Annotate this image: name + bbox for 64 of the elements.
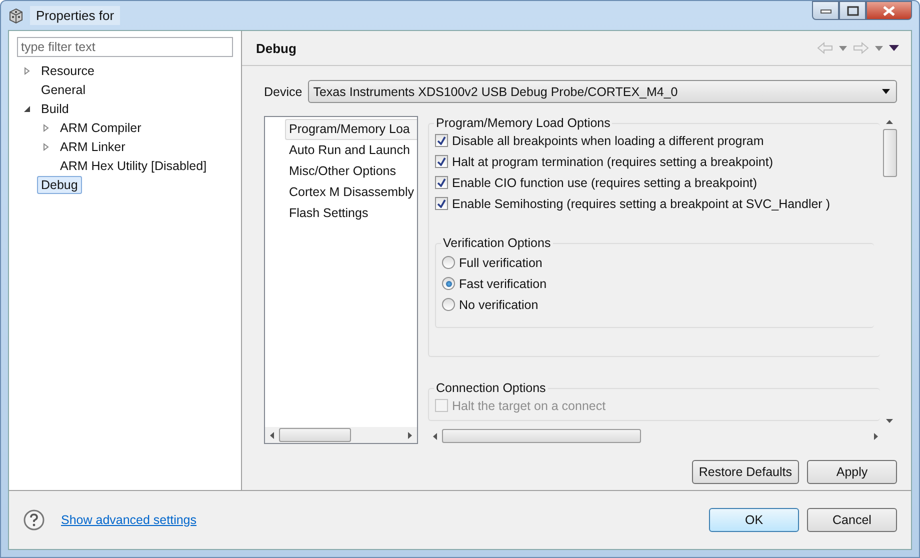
checkbox[interactable] (435, 155, 448, 168)
expand-icon[interactable] (42, 124, 50, 132)
group-title: Verification Options (442, 236, 552, 250)
tree-item[interactable]: General (37, 80, 90, 98)
tree-item[interactable]: Debug (37, 176, 82, 194)
scroll-left-icon[interactable] (269, 432, 275, 438)
radio-label: No verification (459, 298, 538, 312)
radio-button[interactable] (442, 298, 455, 311)
expand-icon[interactable] (42, 142, 50, 150)
radio-button[interactable] (442, 256, 455, 269)
category-item[interactable]: Program/Memory Loa (285, 119, 417, 140)
maximize-icon (846, 6, 858, 16)
radio-label: Full verification (459, 256, 542, 270)
view-menu-icon[interactable] (889, 45, 899, 51)
checkbox[interactable] (435, 176, 448, 189)
scroll-right-icon[interactable] (407, 432, 413, 438)
scroll-thumb[interactable] (279, 428, 351, 442)
scroll-thumb[interactable] (882, 129, 896, 177)
group-title: Program/Memory Load Options (435, 116, 612, 130)
device-label: Device (264, 84, 302, 98)
dropdown-icon[interactable] (882, 89, 890, 94)
filter-field[interactable]: type filter text (17, 37, 233, 57)
minimize-button[interactable] (812, 1, 839, 20)
expand-icon[interactable] (23, 66, 31, 74)
group-title: Connection Options (435, 381, 547, 395)
horizontal-scrollbar[interactable] (265, 427, 417, 443)
tree-item[interactable]: ARM Compiler (56, 118, 146, 136)
dialog-button[interactable]: OK (709, 508, 799, 532)
window-title: Properties for (30, 6, 120, 25)
scroll-left-icon[interactable] (432, 432, 438, 440)
page-title: Debug (256, 40, 296, 56)
checkbox-label: Enable CIO function use (requires setting a breakpoint) (452, 176, 758, 190)
help-icon[interactable] (23, 509, 45, 531)
checkbox[interactable] (435, 197, 448, 210)
minimize-icon (820, 8, 832, 14)
category-item[interactable]: Flash Settings (285, 203, 417, 224)
tree-item[interactable]: ARM Linker (56, 138, 130, 156)
checkbox-label: Enable Semihosting (requires setting a breakpoint at SVC_Handler ) (452, 196, 830, 210)
radio-label: Fast verification (459, 276, 547, 290)
checkbox-label: Halt at program termination (requires setting a breakpoint) (452, 154, 773, 168)
tree-item[interactable]: Resource (37, 62, 98, 80)
page-button[interactable]: Restore Defaults (692, 460, 799, 484)
category-item[interactable]: Auto Run and Launch (285, 140, 417, 161)
cube-icon (8, 8, 24, 24)
device-dropdown[interactable]: Texas Instruments XDS100v2 USB Debug Probe/CORTEX_M4_0 (308, 80, 897, 103)
close-button[interactable] (866, 1, 912, 20)
dialog-button[interactable]: Cancel (807, 508, 897, 532)
category-item[interactable]: Cortex M Disassembly (285, 182, 417, 203)
scroll-right-icon[interactable] (873, 432, 879, 440)
checkbox-label: Halt the target on a connect (452, 398, 606, 412)
page-button[interactable]: Apply (807, 460, 897, 484)
scroll-down-icon[interactable] (886, 419, 893, 424)
advanced-settings-link[interactable]: Show advanced settings (61, 513, 197, 527)
tree-item[interactable]: Build (37, 100, 73, 118)
close-icon (883, 6, 895, 16)
tree-item[interactable]: ARM Hex Utility [Disabled] (56, 156, 211, 174)
checkbox-label: Disable all breakpoints when loading a different program (452, 134, 764, 148)
checkbox[interactable] (435, 134, 448, 147)
collapse-icon[interactable] (23, 104, 31, 112)
scroll-up-icon[interactable] (886, 120, 893, 125)
scroll-thumb[interactable] (442, 429, 641, 443)
category-item[interactable]: Misc/Other Options (285, 161, 417, 182)
radio-button[interactable] (442, 277, 455, 290)
maximize-button[interactable] (839, 1, 866, 20)
